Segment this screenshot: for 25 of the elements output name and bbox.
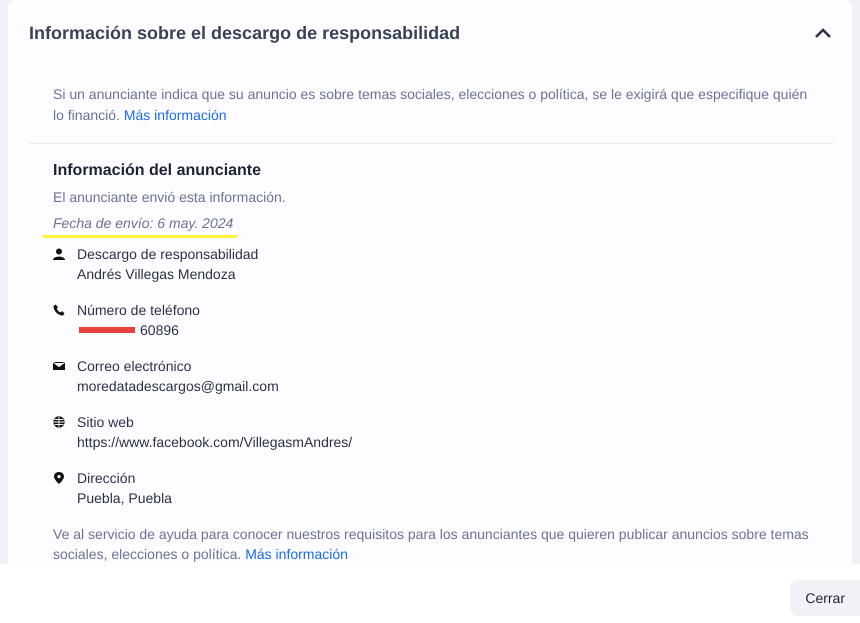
- globe-icon: [53, 416, 65, 428]
- field-label: Dirección: [77, 469, 136, 488]
- field-label: Correo electrónico: [77, 357, 192, 376]
- field-value: 60896: [140, 321, 179, 340]
- more-info-link[interactable]: Más información: [124, 107, 227, 123]
- help-text: Ve al servicio de ayuda para conocer nuestros requisitos para los anunciantes que quieren publicar anuncios sobre temas sociales, elecciones o política. Más información: [53, 525, 810, 564]
- field-label: Descargo de responsabilidad: [77, 245, 258, 264]
- close-button[interactable]: Cerrar: [790, 580, 860, 616]
- section-title: Información sobre el descargo de responsabilidad: [29, 22, 460, 45]
- advertiser-heading: Información del anunciante: [53, 161, 262, 181]
- intro-text: Si un anunciante indica que su anuncio es sobre temas sociales, elecciones o política, se le exigirá que especifique quién lo financió. Más información: [53, 85, 808, 125]
- phone-icon: [53, 304, 65, 316]
- field-label: Sitio web: [77, 413, 135, 432]
- field-value: Puebla, Puebla: [77, 489, 172, 508]
- field-value: Andrés Villegas Mendoza: [77, 265, 236, 284]
- field-label: Número de teléfono: [77, 301, 200, 320]
- advertiser-note: El anunciante envió esta información.: [53, 188, 287, 207]
- field-value: https://www.facebook.com/VillegasmAndres/: [77, 433, 352, 452]
- submission-date: Fecha de envío: 6 may. 2024: [53, 215, 234, 231]
- chevron-up-icon[interactable]: [814, 27, 832, 39]
- person-icon: [53, 248, 65, 260]
- envelope-icon: [53, 360, 65, 372]
- more-info-link[interactable]: Más información: [245, 546, 348, 562]
- field-value: moredatadescargos@gmail.com: [77, 377, 279, 396]
- location-pin-icon: [53, 472, 65, 484]
